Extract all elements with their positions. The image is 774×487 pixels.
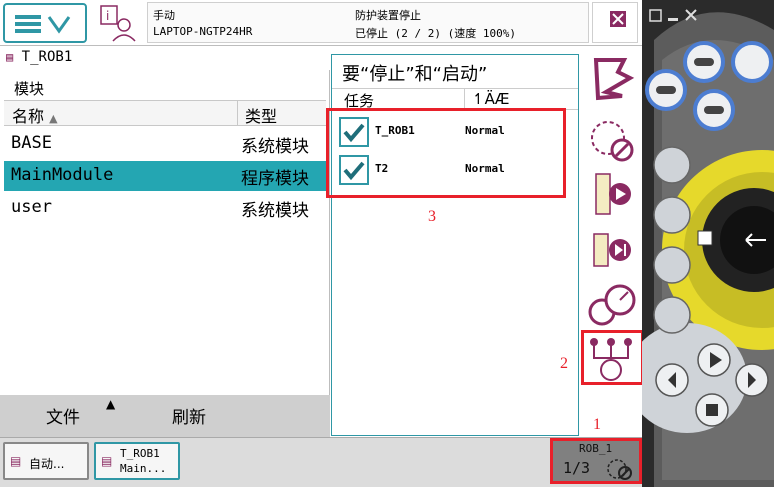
modules-heading: 模块: [14, 80, 45, 98]
fraction-label: 1/3: [563, 459, 591, 477]
annotation-2: 2: [560, 355, 568, 372]
robot-arm-icon: [593, 58, 635, 101]
col-name[interactable]: 名称 ▲: [12, 103, 58, 127]
highlight-box-tasks: [326, 108, 566, 198]
guard-status: 防护装置停止: [355, 9, 421, 22]
quickset-button[interactable]: ROB_1 1/3: [550, 438, 642, 484]
taskbar: ▤ 自动... ▤ T_ROB1 Main...: [0, 437, 642, 487]
robot-title: ▤ T_ROB1: [6, 49, 73, 65]
controller-host: LAPTOP-NGTP24HR: [153, 25, 253, 38]
task-table-header: 任务 ↿ÄÆ: [332, 88, 578, 110]
highlight-box-tasks-button: [581, 330, 644, 385]
user-info-icon: i: [100, 5, 136, 42]
col-mode[interactable]: ↿ÄÆ: [472, 90, 509, 108]
panel-toolbar: 文件 ▲ 刷新: [0, 395, 330, 437]
quickset-increment-button[interactable]: [584, 112, 638, 164]
quickset-speed-button[interactable]: [584, 278, 638, 330]
menu-icon: [15, 15, 71, 34]
task-panel-title: 要“停止”和“启动”: [342, 64, 488, 85]
quickset-mechanical-unit-button[interactable]: [584, 52, 638, 104]
taskbar-program-button[interactable]: ▤ T_ROB1 Main...: [94, 442, 180, 480]
quickset-step-mode-button[interactable]: [584, 224, 638, 276]
annotation-1: 1: [593, 416, 601, 433]
caret-up-icon: ▲: [106, 397, 116, 411]
refresh-button[interactable]: 刷新: [152, 401, 252, 431]
operator-button[interactable]: i: [96, 3, 140, 43]
close-icon: [610, 11, 626, 27]
svg-text:i: i: [106, 9, 109, 23]
speed-gauge-icon: [588, 284, 636, 326]
quickset-run-mode-button[interactable]: [584, 168, 638, 220]
taskbar-auto-button[interactable]: ▤ 自动...: [3, 442, 89, 480]
increment-icon: [591, 121, 634, 162]
status-bar[interactable]: 手动 LAPTOP-NGTP24HR 防护装置停止 已停止 (2 / 2) (速…: [147, 2, 589, 43]
step-mode-icon: [593, 233, 631, 267]
flexpendant-device: [642, 0, 774, 487]
annotation-3: 3: [428, 208, 436, 225]
col-divider: [237, 101, 238, 125]
close-view-button[interactable]: [592, 2, 638, 43]
operation-mode: 手动: [153, 9, 175, 22]
app-icon: ▤: [10, 454, 22, 468]
table-header: 名称 ▲ 类型: [4, 100, 326, 126]
file-menu-button[interactable]: 文件 ▲: [28, 397, 128, 431]
table-row[interactable]: BASE 系统模块: [4, 129, 326, 159]
table-row[interactable]: MainModule 程序模块: [4, 161, 326, 191]
col-type[interactable]: 类型: [245, 103, 277, 127]
main-menu-button[interactable]: [3, 3, 87, 43]
run-status: 已停止 (2 / 2) (速度 100%): [355, 27, 516, 40]
col-divider: [464, 89, 465, 109]
table-row[interactable]: user 系统模块: [4, 193, 326, 223]
sort-asc-icon: ▲: [49, 112, 58, 125]
run-mode-icon: [595, 173, 631, 215]
increment-off-icon: [607, 459, 632, 480]
program-icon: ▤: [101, 454, 113, 468]
pendant-graphic: [642, 0, 774, 487]
program-icon: ▤: [6, 50, 14, 64]
sort-icon: ↿: [472, 90, 485, 108]
